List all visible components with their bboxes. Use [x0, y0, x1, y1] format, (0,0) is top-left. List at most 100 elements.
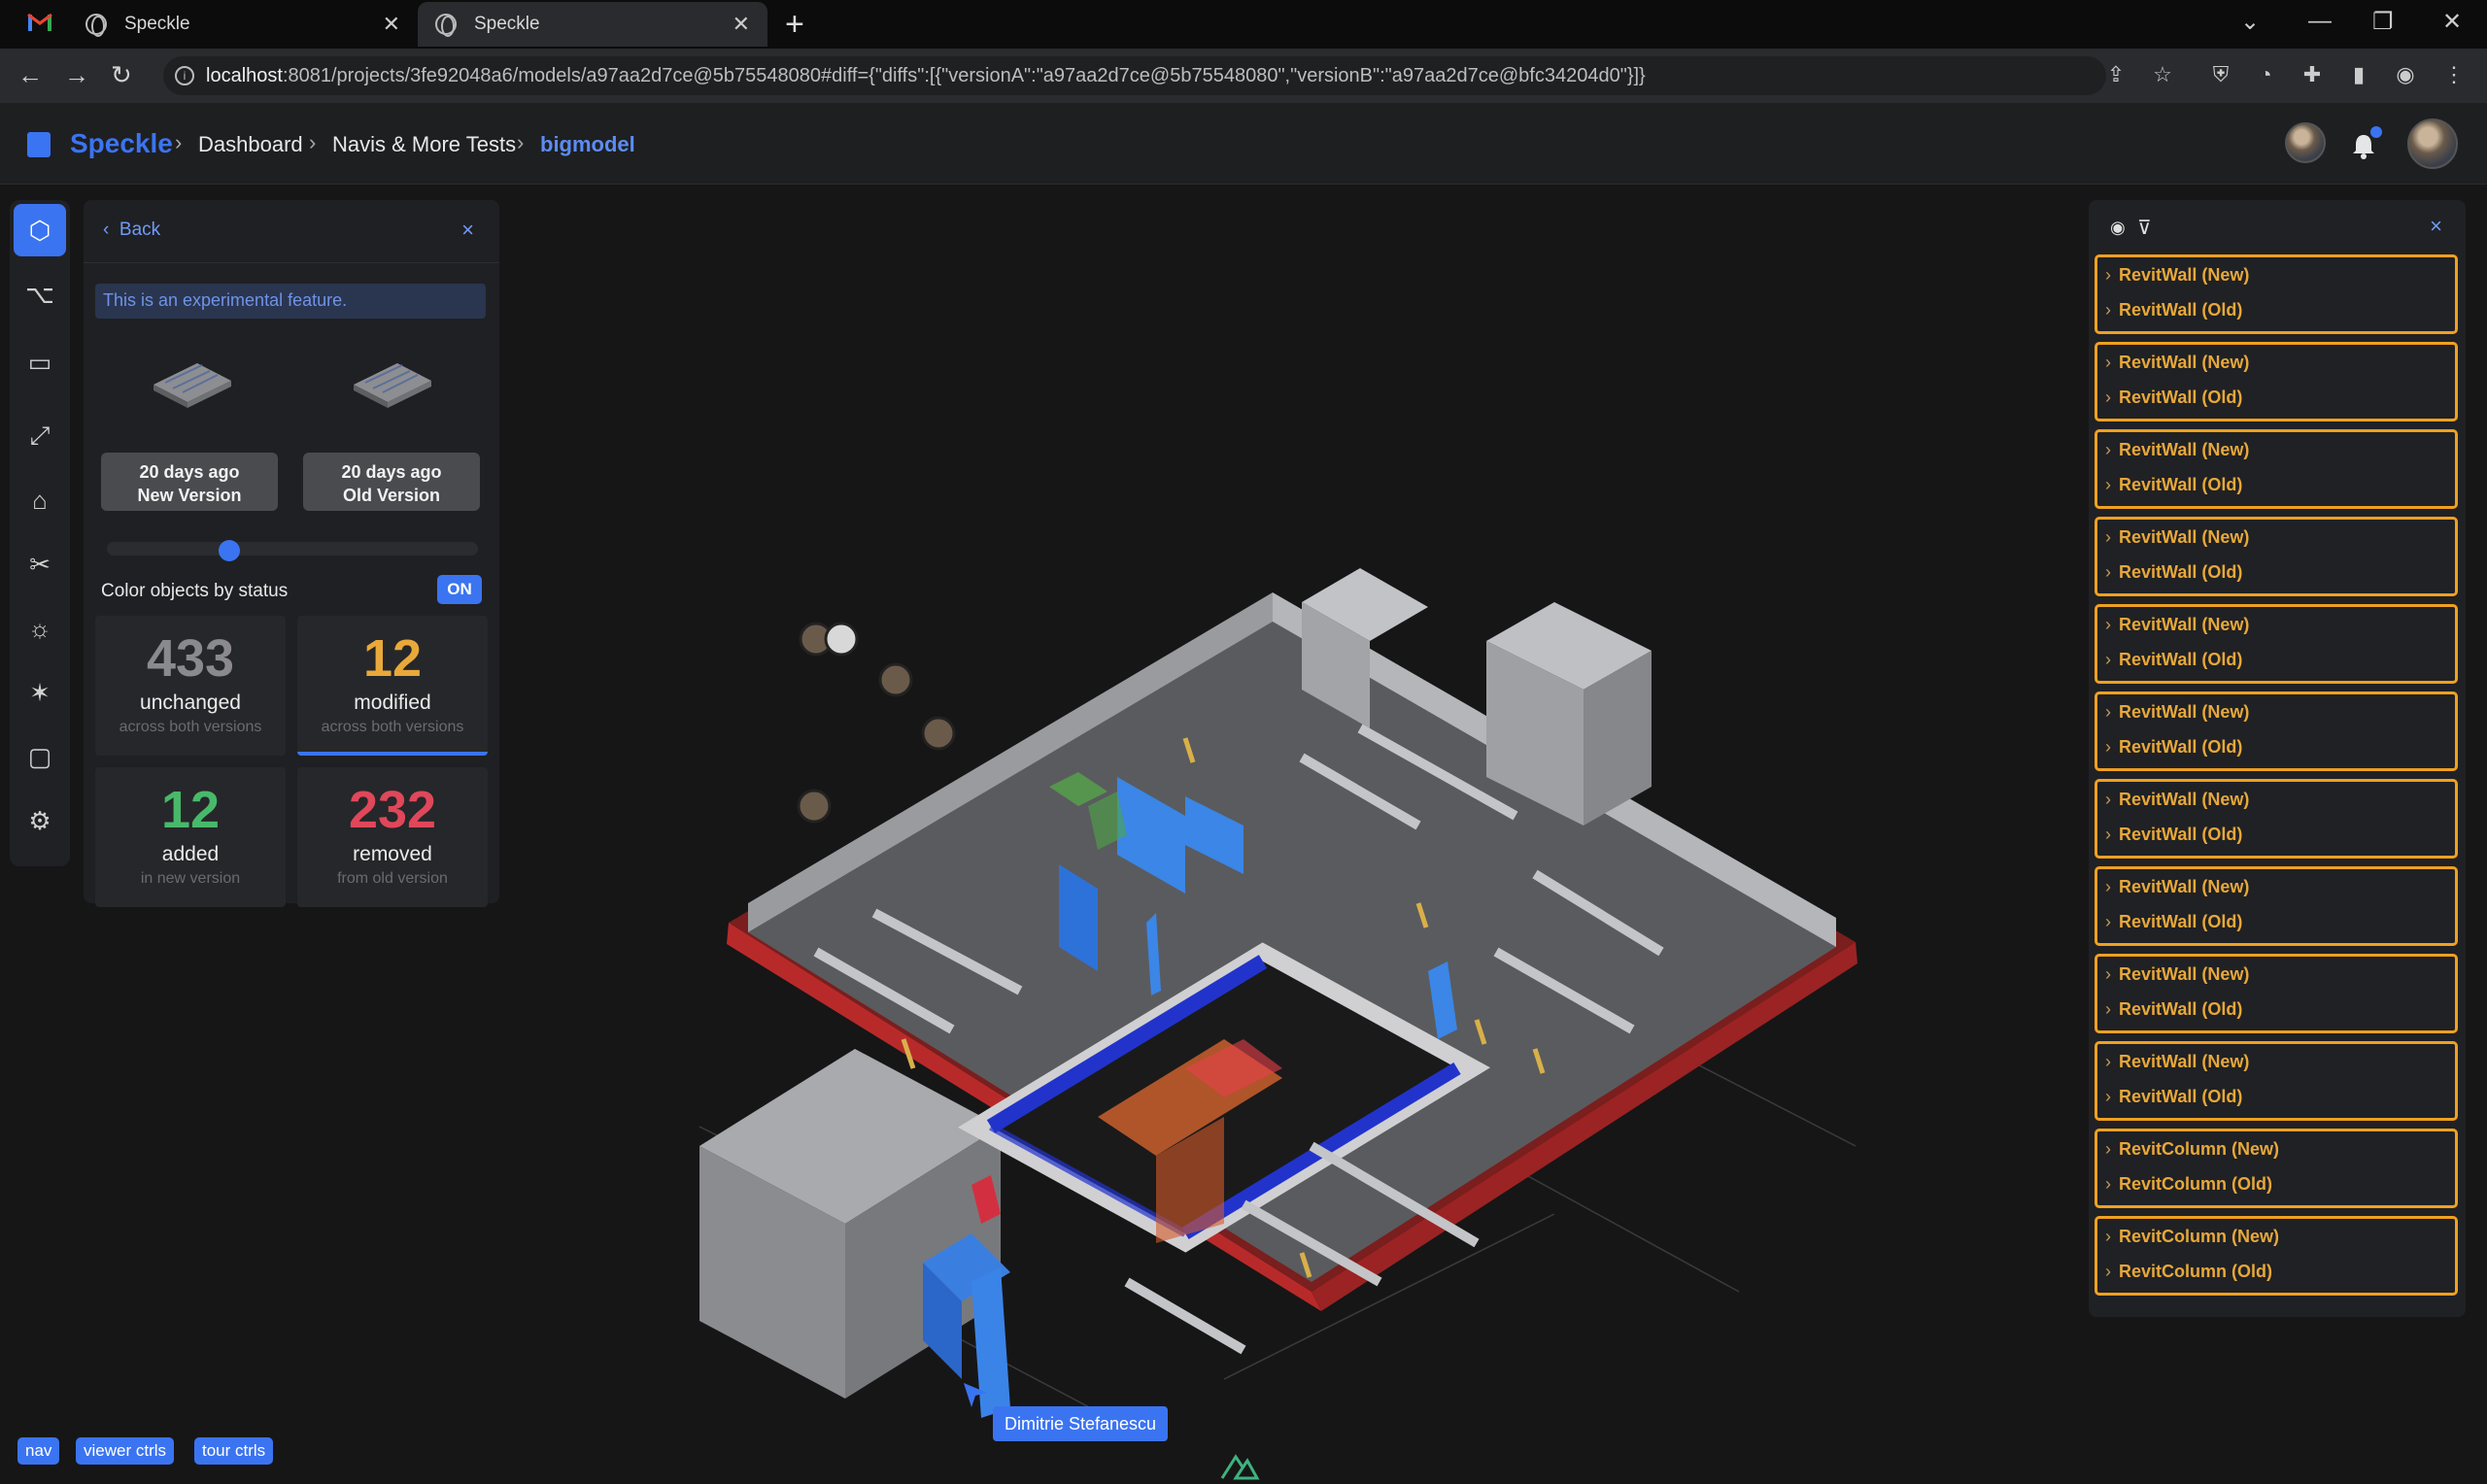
shield-extension-icon[interactable]: ⛨	[2209, 63, 2232, 86]
diff-group[interactable]: › RevitWall (New) › RevitWall (Old)	[2095, 954, 2458, 1033]
diff-item-old[interactable]: › RevitWall (Old)	[2105, 650, 2242, 670]
diff-item-new[interactable]: › RevitColumn (New)	[2105, 1139, 2279, 1160]
diff-group[interactable]: › RevitWall (New) › RevitWall (Old)	[2095, 691, 2458, 771]
chevron-right-icon[interactable]: ›	[2105, 475, 2111, 494]
diff-item-old[interactable]: › RevitWall (Old)	[2105, 562, 2242, 583]
user-avatar[interactable]	[2407, 118, 2458, 169]
browser-tab-active[interactable]: Speckle ✕	[418, 2, 767, 47]
stat-added[interactable]: 12 added in new version	[95, 767, 286, 907]
close-panel-icon[interactable]: ×	[2430, 214, 2442, 239]
share-icon[interactable]: ⇪	[2104, 63, 2128, 86]
stat-removed[interactable]: 232 removed from old version	[297, 767, 488, 907]
url-input[interactable]: localhost:8081/projects/3fe92048a6/model…	[163, 56, 2106, 95]
chevron-right-icon[interactable]: ›	[2105, 650, 2111, 669]
section-cut-icon[interactable]: ✂	[14, 538, 66, 590]
chevron-right-icon[interactable]: ›	[2105, 300, 2111, 320]
camera-icon[interactable]: ▢	[14, 730, 66, 783]
diff-group[interactable]: › RevitWall (New) › RevitWall (Old)	[2095, 254, 2458, 334]
diff-item-old[interactable]: › RevitWall (Old)	[2105, 1087, 2242, 1107]
diff-item-old[interactable]: › RevitWall (Old)	[2105, 825, 2242, 845]
explode-icon[interactable]: ✶	[14, 666, 66, 719]
diff-item-new[interactable]: › RevitWall (New)	[2105, 877, 2249, 897]
diff-item-old[interactable]: › RevitWall (Old)	[2105, 999, 2242, 1020]
chevron-right-icon[interactable]: ›	[2105, 615, 2111, 634]
browser-tab[interactable]: Speckle ✕	[68, 2, 418, 47]
light-settings-icon[interactable]: ☼	[14, 602, 66, 655]
extension-icon[interactable]: ◔	[2254, 63, 2277, 86]
diff-item-old[interactable]: › RevitWall (Old)	[2105, 912, 2242, 932]
diff-group[interactable]: › RevitWall (New) › RevitWall (Old)	[2095, 1041, 2458, 1121]
restore-icon[interactable]: ❐	[2372, 8, 2394, 36]
speckle-logo-icon[interactable]	[27, 132, 51, 157]
close-tab-icon[interactable]: ✕	[732, 12, 750, 37]
diff-group[interactable]: › RevitWall (New) › RevitWall (Old)	[2095, 866, 2458, 946]
diff-item-new[interactable]: › RevitWall (New)	[2105, 265, 2249, 286]
chevron-right-icon[interactable]: ›	[2105, 912, 2111, 931]
diff-item-old[interactable]: › RevitWall (Old)	[2105, 737, 2242, 758]
stat-unchanged[interactable]: 433 unchanged across both versions	[95, 616, 286, 756]
debug-tour-ctrls-button[interactable]: tour ctrls	[194, 1437, 274, 1465]
chevron-right-icon[interactable]: ›	[2105, 1139, 2111, 1159]
diff-item-new[interactable]: › RevitColumn (New)	[2105, 1227, 2279, 1247]
chevron-right-icon[interactable]: ›	[2105, 999, 2111, 1019]
diff-group[interactable]: › RevitColumn (New) › RevitColumn (Old)	[2095, 1129, 2458, 1208]
color-by-status-toggle[interactable]: ON	[437, 575, 482, 604]
debug-viewer-ctrls-button[interactable]: viewer ctrls	[76, 1437, 175, 1465]
diff-group[interactable]: › RevitWall (New) › RevitWall (Old)	[2095, 779, 2458, 859]
close-tab-icon[interactable]: ✕	[383, 12, 400, 37]
diff-item-new[interactable]: › RevitWall (New)	[2105, 790, 2249, 810]
bookmark-star-icon[interactable]: ☆	[2151, 63, 2174, 86]
diff-item-new[interactable]: › RevitWall (New)	[2105, 1052, 2249, 1072]
diff-item-old[interactable]: › RevitWall (Old)	[2105, 300, 2242, 320]
chevron-right-icon[interactable]: ›	[2105, 388, 2111, 407]
chevron-right-icon[interactable]: ›	[2105, 1262, 2111, 1281]
chevron-right-icon[interactable]: ›	[2105, 562, 2111, 582]
discussions-icon[interactable]: ▭	[14, 336, 66, 388]
chevron-right-icon[interactable]: ›	[2105, 737, 2111, 757]
chevron-right-icon[interactable]: ›	[2105, 1174, 2111, 1194]
chevron-right-icon[interactable]: ›	[2105, 825, 2111, 844]
chevron-right-icon[interactable]: ›	[2105, 1052, 2111, 1071]
chevron-right-icon[interactable]: ›	[2105, 702, 2111, 722]
diff-group[interactable]: › RevitWall (New) › RevitWall (Old)	[2095, 342, 2458, 422]
reload-icon[interactable]: ↻	[111, 60, 132, 90]
browser-menu-icon[interactable]: ⋮	[2442, 63, 2466, 86]
sidebar-toggle-icon[interactable]: ▮	[2347, 63, 2370, 86]
forward-arrow-icon[interactable]: →	[64, 60, 89, 90]
chevron-right-icon[interactable]: ›	[2105, 353, 2111, 372]
scene-explorer-icon[interactable]: ⌥	[14, 268, 66, 320]
back-arrow-icon[interactable]: ←	[17, 60, 43, 90]
brand-name[interactable]: Speckle	[70, 128, 173, 159]
puzzle-extensions-icon[interactable]: ✚	[2300, 63, 2324, 86]
chevron-right-icon[interactable]: ›	[2105, 1227, 2111, 1246]
profile-icon[interactable]: ◉	[2394, 63, 2417, 86]
chevron-right-icon[interactable]: ›	[2105, 964, 2111, 984]
settings-gear-icon[interactable]: ⚙	[14, 794, 66, 847]
diff-item-old[interactable]: › RevitWall (Old)	[2105, 388, 2242, 408]
diff-item-new[interactable]: › RevitWall (New)	[2105, 615, 2249, 635]
breadcrumb-dashboard[interactable]: Dashboard	[198, 132, 303, 157]
stat-modified[interactable]: 12 modified across both versions	[297, 616, 488, 756]
gmail-icon[interactable]	[27, 12, 52, 33]
breadcrumb-model[interactable]: bigmodel	[540, 132, 635, 157]
diff-item-old[interactable]: › RevitColumn (Old)	[2105, 1174, 2272, 1195]
chevron-right-icon[interactable]: ›	[2105, 527, 2111, 547]
diff-group[interactable]: › RevitWall (New) › RevitWall (Old)	[2095, 517, 2458, 596]
new-tab-button[interactable]: +	[785, 6, 804, 44]
close-panel-icon[interactable]: ×	[461, 218, 474, 243]
tab-search-icon[interactable]: ⌄	[2240, 8, 2260, 36]
nuxt-devtools-icon[interactable]	[1218, 1453, 1261, 1482]
chevron-right-icon[interactable]: ›	[2105, 265, 2111, 285]
models-cube-icon[interactable]: ⬡	[14, 204, 66, 256]
filter-icon[interactable]: ⊽	[2137, 216, 2152, 240]
close-window-icon[interactable]: ✕	[2442, 8, 2462, 36]
zoom-extents-icon[interactable]: ⤢	[14, 410, 66, 462]
building-model-3d[interactable]	[680, 447, 1943, 1476]
minimize-icon[interactable]: —	[2308, 8, 2332, 35]
diff-group[interactable]: › RevitWall (New) › RevitWall (Old)	[2095, 429, 2458, 509]
old-version-card[interactable]: 20 days ago Old Version	[303, 453, 480, 511]
diff-item-new[interactable]: › RevitWall (New)	[2105, 702, 2249, 723]
diff-item-new[interactable]: › RevitWall (New)	[2105, 440, 2249, 460]
diff-item-new[interactable]: › RevitWall (New)	[2105, 964, 2249, 985]
diff-item-old[interactable]: › RevitWall (Old)	[2105, 475, 2242, 495]
